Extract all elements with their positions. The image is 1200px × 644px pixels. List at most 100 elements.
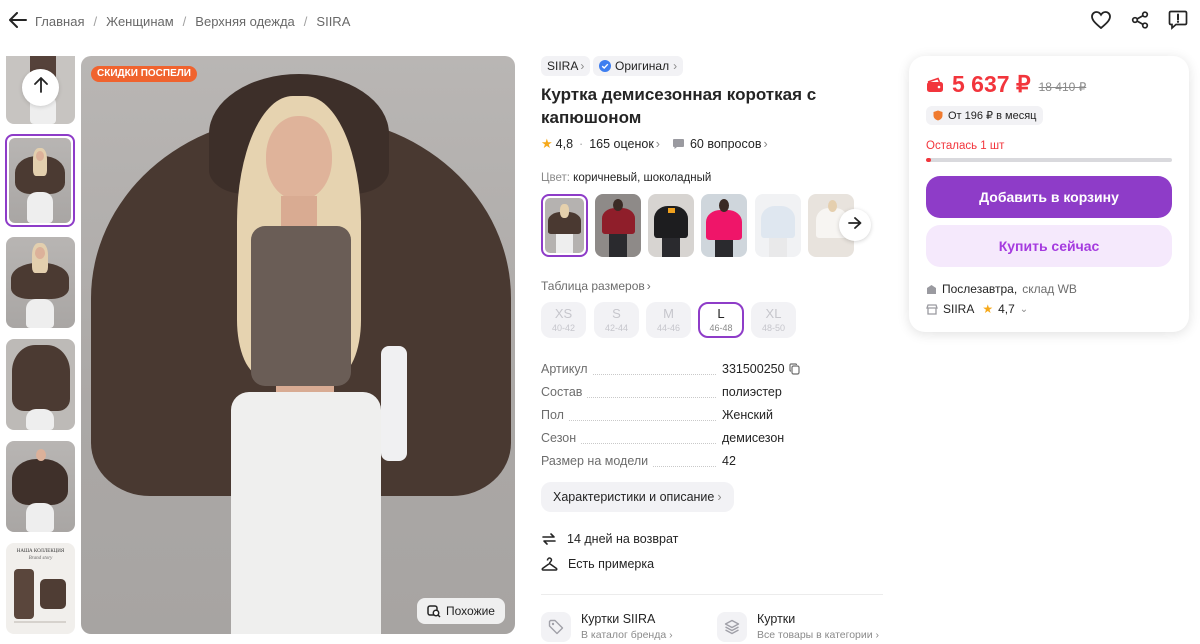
spec-key: Пол <box>541 408 568 422</box>
returns-icon <box>541 531 557 547</box>
spec-key: Размер на модели <box>541 454 653 468</box>
spec-value: 331500250 <box>722 362 785 376</box>
spec-row-gender: Пол Женский <box>541 408 881 426</box>
swatches-next-button[interactable] <box>839 209 871 241</box>
size-range: 40-42 <box>551 323 576 333</box>
warehouse-icon <box>926 284 937 295</box>
size-m[interactable]: M 44-46 <box>646 302 691 338</box>
stock-bar <box>926 158 1172 162</box>
layers-icon <box>717 612 747 642</box>
spec-key: Артикул <box>541 362 592 376</box>
share-icon[interactable] <box>1129 9 1151 31</box>
link-title: Куртки SIIRA <box>581 612 656 626</box>
breadcrumb-separator: / <box>303 14 308 29</box>
size-l-selected[interactable]: L 46-48 <box>698 302 744 338</box>
delivery-row: Послезавтра, склад WB <box>926 282 1077 296</box>
star-icon: ★ <box>541 136 553 151</box>
brand-catalog-link[interactable]: Куртки SIIRA В каталог бренда › <box>541 612 673 642</box>
brand-name: SIIRA <box>547 59 579 73</box>
breadcrumb-home[interactable]: Главная <box>35 14 84 29</box>
size-range: 48-50 <box>761 323 786 333</box>
color-swatch-red[interactable] <box>595 194 641 257</box>
back-arrow-icon[interactable] <box>7 9 29 31</box>
rating-value: 4,8 <box>555 137 574 151</box>
spec-value: Женский <box>722 408 773 422</box>
original-label: Оригинал <box>615 59 670 73</box>
scroll-up-button[interactable] <box>22 69 59 106</box>
link-subtitle: В каталог бренда <box>581 629 667 641</box>
size-xs[interactable]: XS 40-42 <box>541 302 586 338</box>
details-button[interactable]: Характеристики и описание › <box>541 482 734 512</box>
size-name: S <box>612 306 621 321</box>
reviews-link[interactable]: 165 оценок <box>589 137 654 151</box>
similar-button[interactable]: Похожие <box>417 598 505 624</box>
buy-now-label: Купить сейчас <box>998 238 1100 254</box>
seller-rating: 4,7 <box>998 302 1015 316</box>
thumbnail-5[interactable] <box>6 441 75 532</box>
spec-row-composition: Состав полиэстер <box>541 385 881 403</box>
divider <box>541 594 883 595</box>
breadcrumb-outerwear[interactable]: Верхняя одежда <box>195 14 294 29</box>
collection-subtitle: Brand story <box>28 556 53 561</box>
size-range: 44-46 <box>656 323 681 333</box>
spec-row-article: Артикул 331500250 <box>541 362 881 380</box>
thumbnail-6[interactable]: НАША КОЛЛЕКЦИЯ Brand story <box>6 543 75 634</box>
color-swatch-pink[interactable] <box>701 194 747 257</box>
size-xl[interactable]: XL 48-50 <box>751 302 796 338</box>
thumbnail-2-selected[interactable] <box>5 134 75 227</box>
copy-icon[interactable] <box>789 363 800 375</box>
thumbnail-3[interactable] <box>6 237 75 328</box>
color-swatch-selected[interactable] <box>541 194 588 257</box>
hanger-icon <box>541 557 558 571</box>
fitting-row: Есть примерка <box>541 557 654 571</box>
shield-icon <box>933 110 943 121</box>
stock-bar-fill <box>926 158 931 162</box>
size-table-link[interactable]: Таблица размеров › <box>541 279 651 293</box>
color-value: коричневый, шоколадный <box>573 172 712 184</box>
rating-row: ★ 4,8 · 165 оценок › 60 вопросов › <box>541 136 768 151</box>
breadcrumb: Главная / Женщинам / Верхняя одежда / SIIRA <box>35 13 350 31</box>
delivery-day: Послезавтра, <box>942 282 1018 296</box>
category-link[interactable]: Куртки Все товары в категории › <box>717 612 879 642</box>
seller-name: SIIRA <box>943 302 975 316</box>
size-s[interactable]: S 42-44 <box>594 302 639 338</box>
breadcrumb-separator: / <box>182 14 187 29</box>
breadcrumb-women[interactable]: Женщинам <box>106 14 174 29</box>
delivery-place: склад WB <box>1022 282 1077 296</box>
tag-icon <box>541 612 571 642</box>
link-subtitle: Все товары в категории <box>757 629 873 641</box>
chevron-down-icon: ⌄ <box>1019 303 1029 315</box>
fitting-text: Есть примерка <box>568 557 655 571</box>
color-swatch-black[interactable] <box>648 194 694 257</box>
discount-badge: СКИДКИ ПОСПЕЛИ <box>91 66 197 82</box>
store-icon <box>926 303 938 315</box>
add-to-cart-button[interactable]: Добавить в корзину <box>926 176 1172 218</box>
size-table-label: Таблица размеров <box>541 279 645 293</box>
size-range: 46-48 <box>709 323 733 333</box>
color-swatch-light-blue[interactable] <box>755 194 801 257</box>
spec-row-season: Сезон демисезон <box>541 431 881 449</box>
add-to-cart-label: Добавить в корзину <box>979 189 1119 205</box>
arrow-up-icon <box>33 77 48 98</box>
similar-icon <box>427 604 441 618</box>
main-product-photo[interactable] <box>81 56 515 634</box>
report-icon[interactable] <box>1167 9 1189 31</box>
thumbnail-4[interactable] <box>6 339 75 430</box>
installment-text: От 196 ₽ в месяц <box>948 110 1037 122</box>
original-chip[interactable]: Оригинал › <box>593 56 684 76</box>
returns-row: 14 дней на возврат <box>541 531 678 547</box>
star-icon: ★ <box>982 302 994 316</box>
heart-icon[interactable] <box>1090 9 1112 31</box>
collection-title: НАША КОЛЛЕКЦИЯ <box>16 549 65 554</box>
seller-row[interactable]: SIIRA ★ 4,7 ⌄ <box>926 302 1028 316</box>
questions-link[interactable]: 60 вопросов <box>690 137 761 151</box>
size-name: L <box>717 306 725 321</box>
brand-chip[interactable]: SIIRA › <box>541 56 591 76</box>
breadcrumb-brand[interactable]: SIIRA <box>316 14 350 29</box>
size-name: XL <box>765 306 782 321</box>
spec-value: полиэстер <box>722 385 782 399</box>
link-title: Куртки <box>757 612 796 626</box>
spec-key: Состав <box>541 385 587 399</box>
buy-now-button[interactable]: Купить сейчас <box>926 225 1172 267</box>
installment-chip[interactable]: От 196 ₽ в месяц <box>926 106 1044 125</box>
